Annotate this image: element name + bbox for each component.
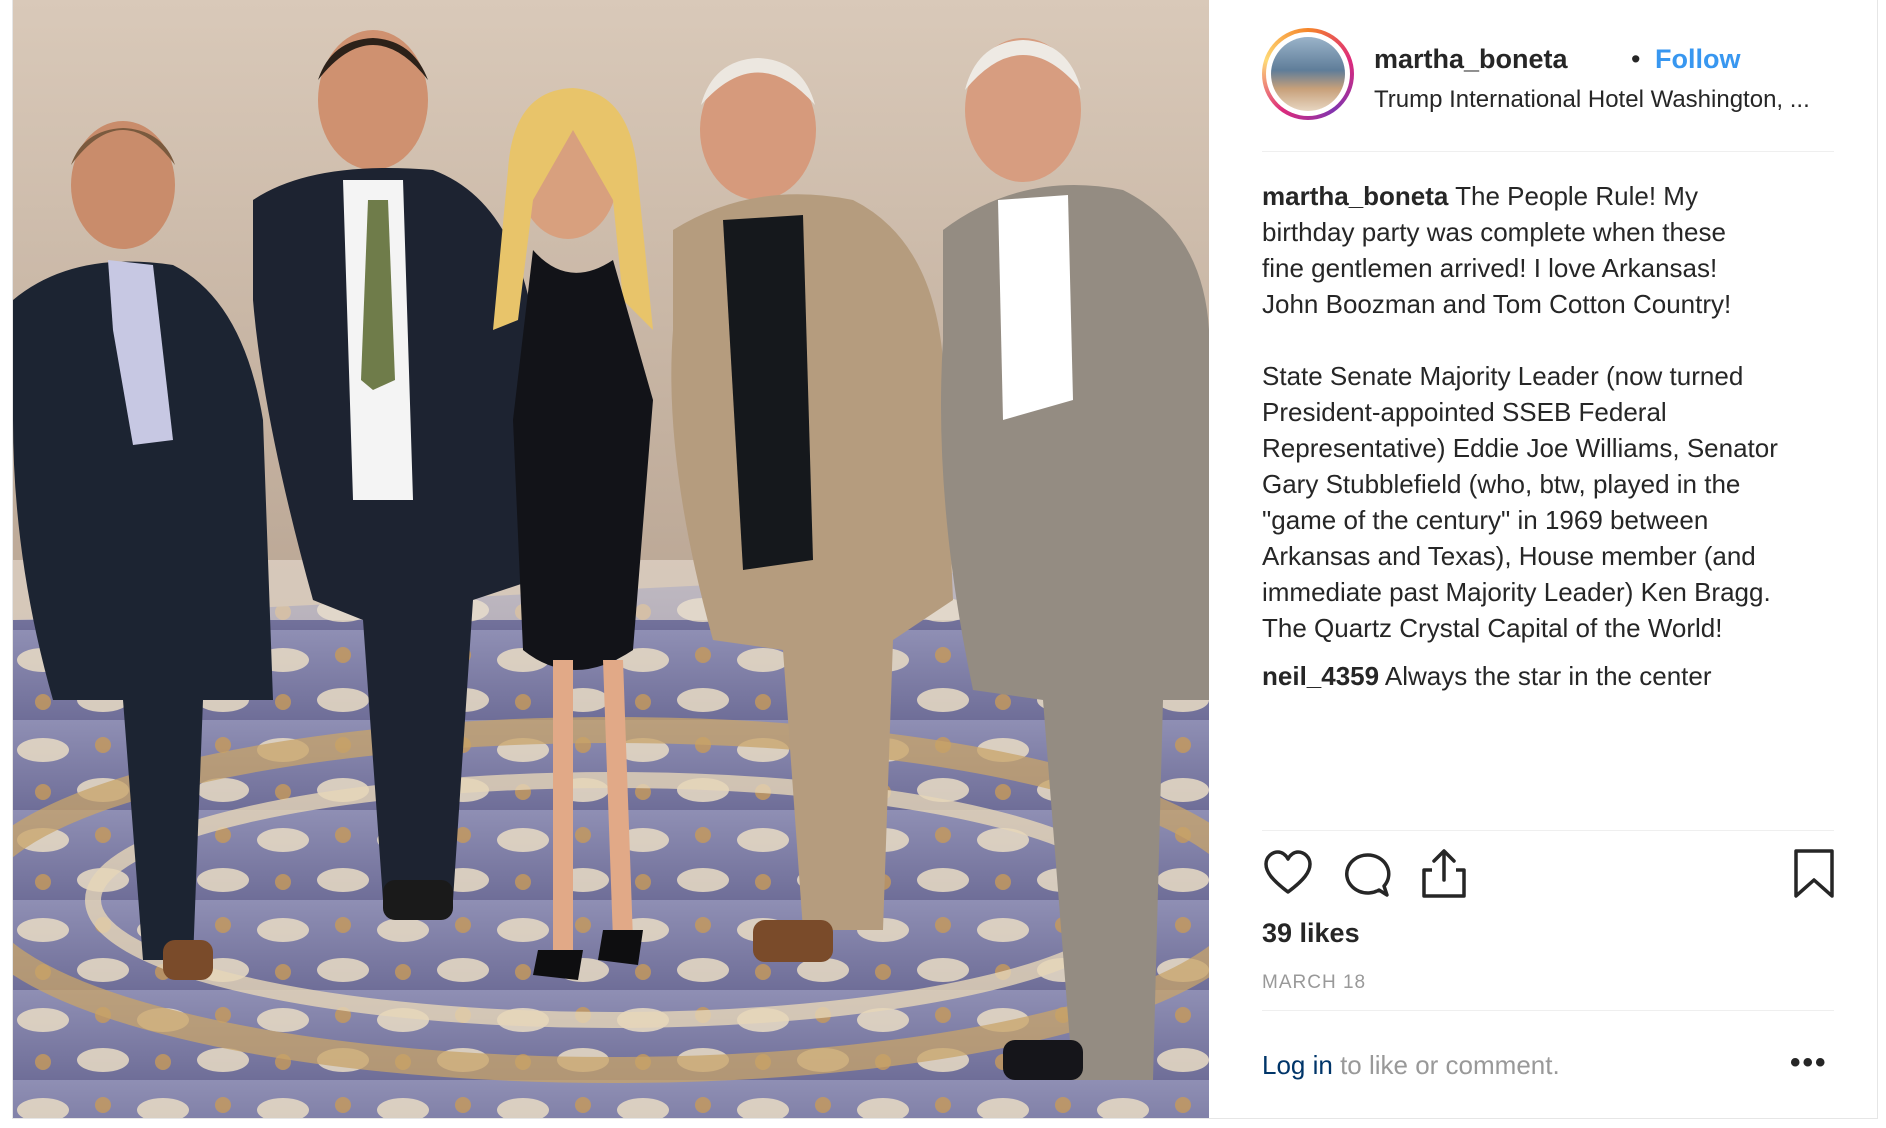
login-prompt: Log in to like or comment. (1262, 1050, 1560, 1081)
comment-bubble-icon[interactable] (1340, 848, 1392, 900)
post-username[interactable]: martha_boneta (1374, 44, 1568, 75)
comment-item: neil_4359 Always the star in the center (1262, 658, 1842, 694)
post-header: martha_boneta • Follow Trump Internation… (1262, 24, 1832, 128)
caption-comment: martha_boneta The People Rule! My birthd… (1262, 178, 1842, 646)
login-prompt-text: to like or comment. (1332, 1050, 1560, 1080)
comment-text: Always the star in the center (1384, 661, 1712, 691)
footer-divider (1262, 1010, 1834, 1011)
comments-section: martha_boneta The People Rule! My birthd… (1262, 178, 1842, 706)
caption-text-line: President-appointed SSEB Federal (1262, 397, 1667, 427)
instagram-post-page: martha_boneta • Follow Trump Internation… (0, 0, 1886, 1128)
more-options-icon[interactable]: ••• (1790, 1046, 1828, 1080)
share-upload-icon[interactable] (1418, 848, 1470, 900)
post-side-panel: martha_boneta • Follow Trump Internation… (1210, 0, 1877, 1118)
post-date[interactable]: MARCH 18 (1262, 972, 1366, 994)
post-actions-bar (1262, 848, 1834, 904)
header-separator: • (1631, 44, 1641, 74)
comment-author[interactable]: neil_4359 (1262, 661, 1379, 691)
caption-text-line: Gary Stubblefield (who, btw, played in t… (1262, 469, 1741, 499)
caption-text-line: Arkansas and Texas), House member (and (1262, 541, 1756, 571)
group-photo-image (13, 0, 1209, 1118)
caption-text-line: The People Rule! My (1455, 181, 1698, 211)
heart-icon[interactable] (1262, 848, 1314, 900)
caption-text-line: birthday party was complete when these (1262, 217, 1726, 247)
follow-button[interactable]: Follow (1655, 44, 1740, 75)
bookmark-icon[interactable] (1788, 848, 1840, 900)
header-divider (1262, 151, 1834, 152)
avatar-story-ring[interactable] (1262, 28, 1354, 120)
post-container: martha_boneta • Follow Trump Internation… (12, 0, 1878, 1119)
login-link[interactable]: Log in (1262, 1050, 1333, 1080)
caption-text-line: John Boozman and Tom Cotton Country! (1262, 289, 1732, 319)
caption-author[interactable]: martha_boneta (1262, 181, 1448, 211)
caption-text-line: "game of the century" in 1969 between (1262, 505, 1709, 535)
actions-divider (1262, 830, 1834, 831)
post-photo[interactable] (13, 0, 1209, 1118)
avatar (1271, 37, 1345, 111)
caption-text-line: immediate past Majority Leader) Ken Brag… (1262, 577, 1771, 607)
post-location[interactable]: Trump International Hotel Washington, ..… (1374, 86, 1810, 114)
caption-text-line: State Senate Majority Leader (now turned (1262, 361, 1744, 391)
avatar-border (1266, 32, 1350, 116)
caption-first-line: martha_boneta The People Rule! My (1262, 178, 1842, 214)
caption-text-line: fine gentlemen arrived! I love Arkansas! (1262, 253, 1718, 283)
caption-text-line: The Quartz Crystal Capital of the World! (1262, 613, 1723, 643)
likes-count[interactable]: 39 likes (1262, 918, 1360, 949)
caption-text-line: Representative) Eddie Joe Williams, Sena… (1262, 433, 1778, 463)
